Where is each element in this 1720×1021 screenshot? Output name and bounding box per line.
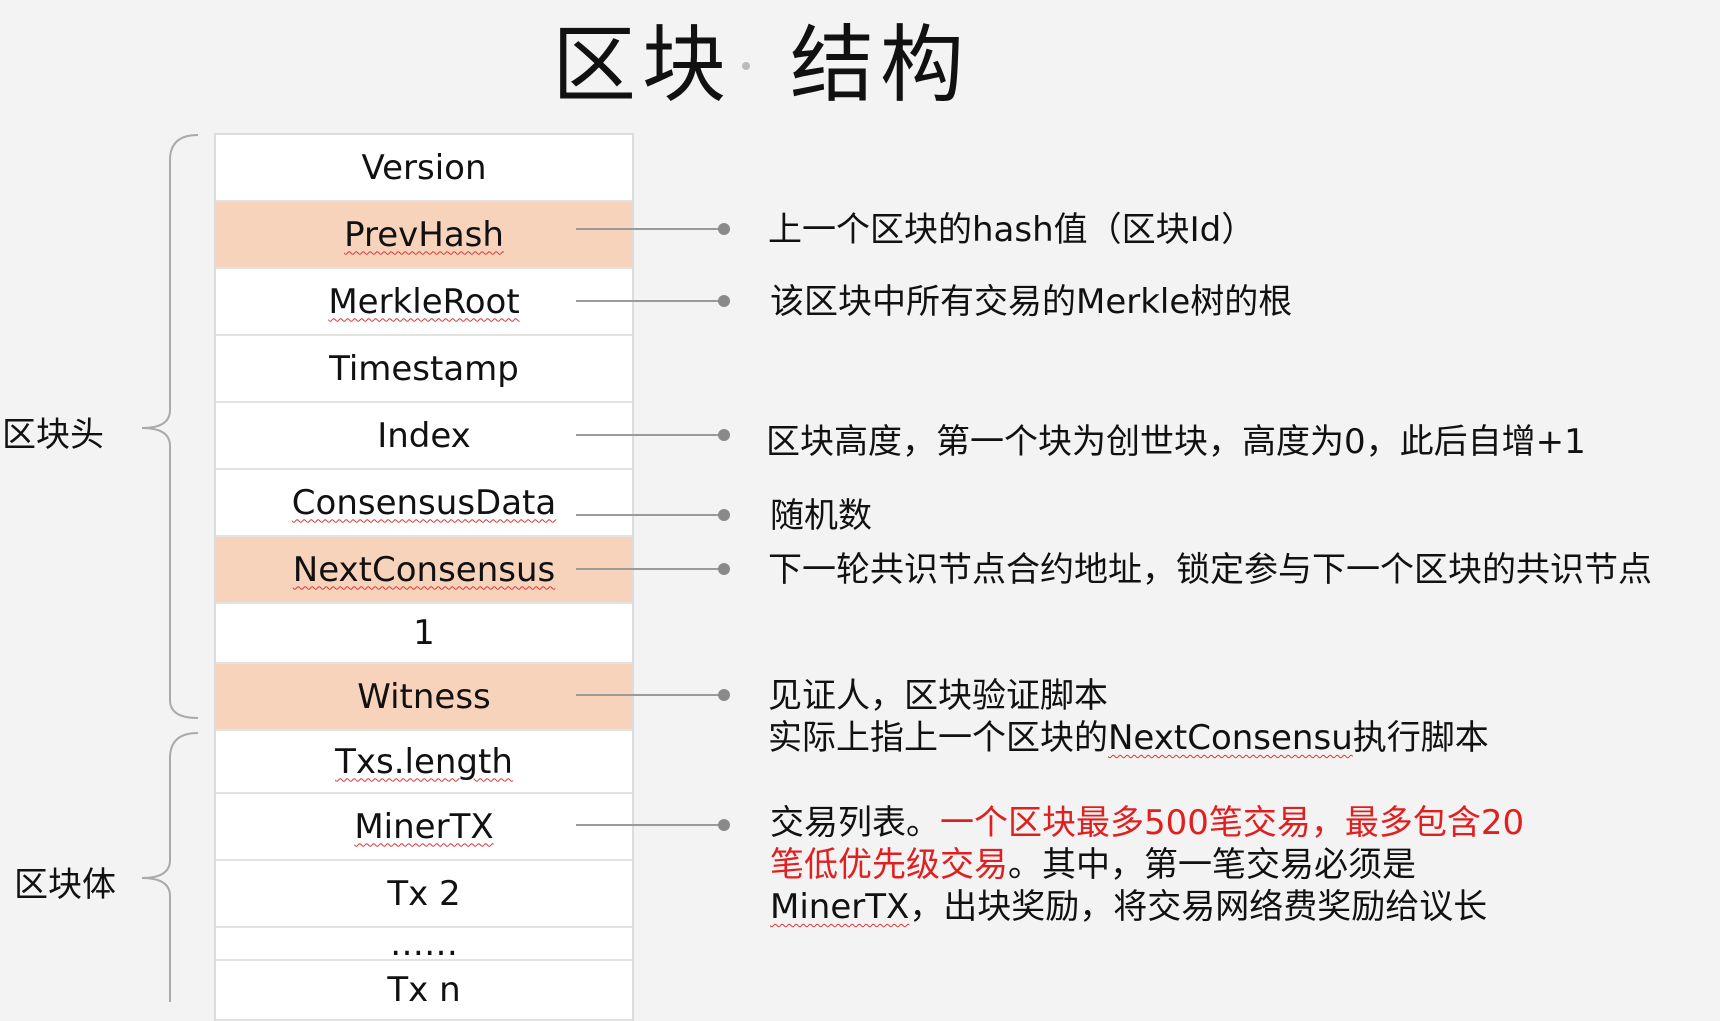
field-label: 1 xyxy=(413,613,435,653)
field-row: Witness xyxy=(216,664,632,731)
desc-witness-line2: 实际上指上一个区块的NextConsensu执行脚本 xyxy=(768,717,1489,759)
body-brace xyxy=(141,732,199,1002)
desc-nextconsensus: 下一轮共识节点合约地址，锁定参与下一个区块的共识节点 xyxy=(768,550,1652,590)
field-row: Tx 2 xyxy=(216,861,632,928)
connector-dot-minertx xyxy=(718,819,730,831)
connector-merkleroot xyxy=(576,300,724,302)
field-row: Index xyxy=(216,403,632,470)
field-label: MerkleRoot xyxy=(328,281,520,322)
desc-minertx-line3-term: MinerTX xyxy=(770,887,910,927)
block-fields-table: Version PrevHash MerkleRoot Timestamp Index C… xyxy=(214,133,634,1021)
desc-minertx-line3: MinerTX，出块奖励，将交易网络费奖励给议长 xyxy=(770,886,1524,928)
section-label-body: 区块体 xyxy=(14,865,116,905)
desc-minertx-line1: 交易列表。一个区块最多500笔交易，最多包含20 xyxy=(770,802,1524,844)
desc-witness-line2-term: NextConsensu xyxy=(1108,718,1353,758)
field-label: PrevHash xyxy=(344,214,504,255)
desc-minertx: 交易列表。一个区块最多500笔交易，最多包含20 笔低优先级交易。其中，第一笔交… xyxy=(770,802,1524,928)
desc-minertx-line1-red: 一个区块最多500笔交易，最多包含20 xyxy=(940,803,1525,843)
field-row: Txs.length xyxy=(216,731,632,794)
desc-minertx-line2: 笔低优先级交易。其中，第一笔交易必须是 xyxy=(770,844,1524,886)
field-label: NextConsensus xyxy=(292,549,556,590)
field-label: ConsensusData xyxy=(291,482,557,523)
field-label: Witness xyxy=(357,676,491,717)
field-label: Timestamp xyxy=(329,348,519,389)
header-brace xyxy=(141,134,199,719)
desc-merkleroot: 该区块中所有交易的Merkle树的根 xyxy=(770,282,1293,322)
connector-dot-prevhash xyxy=(718,223,730,235)
desc-minertx-line1-pre: 交易列表。 xyxy=(770,803,940,843)
desc-witness-line2-post: 执行脚本 xyxy=(1352,718,1489,758)
field-row: ConsensusData xyxy=(216,470,632,537)
field-row: Timestamp xyxy=(216,336,632,403)
connector-index xyxy=(576,434,724,436)
field-label: MinerTX xyxy=(354,806,494,847)
field-label: Txs.length xyxy=(335,741,513,782)
connector-consensusdata xyxy=(576,514,724,516)
desc-witness-line2-pre: 实际上指上一个区块的 xyxy=(768,718,1108,758)
desc-consensusdata: 随机数 xyxy=(770,496,872,536)
field-label: Version xyxy=(361,147,487,188)
connector-dot-nextconsensus xyxy=(718,563,730,575)
field-row: MinerTX xyxy=(216,794,632,861)
desc-minertx-line2-post: 。其中，第一笔交易必须是 xyxy=(1008,845,1416,885)
field-label: Tx n xyxy=(387,970,461,1010)
desc-minertx-line2-red: 笔低优先级交易 xyxy=(770,845,1008,885)
connector-nextconsensus xyxy=(576,568,724,570)
connector-dot-merkleroot xyxy=(718,295,730,307)
connector-dot-witness xyxy=(718,689,730,701)
desc-prevhash: 上一个区块的hash值（区块Id） xyxy=(768,210,1256,250)
field-row: 1 xyxy=(216,604,632,664)
field-row: …… xyxy=(216,924,632,964)
field-row: NextConsensus xyxy=(216,537,632,604)
connector-prevhash xyxy=(576,228,724,230)
desc-index: 区块高度，第一个块为创世块，高度为0，此后自增+1 xyxy=(766,422,1586,462)
desc-minertx-line3-post: ，出块奖励，将交易网络费奖励给议长 xyxy=(909,887,1488,927)
field-row: PrevHash xyxy=(216,202,632,269)
connector-witness xyxy=(576,694,724,696)
field-label: …… xyxy=(390,923,458,964)
desc-witness-line1: 见证人，区块验证脚本 xyxy=(768,676,1108,716)
field-row: Version xyxy=(216,135,632,202)
connector-minertx xyxy=(576,824,724,826)
connector-dot-consensusdata xyxy=(718,509,730,521)
section-label-header: 区块头 xyxy=(2,415,104,455)
connector-dot-index xyxy=(718,429,730,441)
desc-witness: 见证人，区块验证脚本 实际上指上一个区块的NextConsensu执行脚本 xyxy=(768,675,1489,759)
field-label: Tx 2 xyxy=(387,873,461,914)
field-label: Index xyxy=(377,415,471,456)
field-row: Tx n xyxy=(216,961,632,1021)
field-row: MerkleRoot xyxy=(216,269,632,336)
